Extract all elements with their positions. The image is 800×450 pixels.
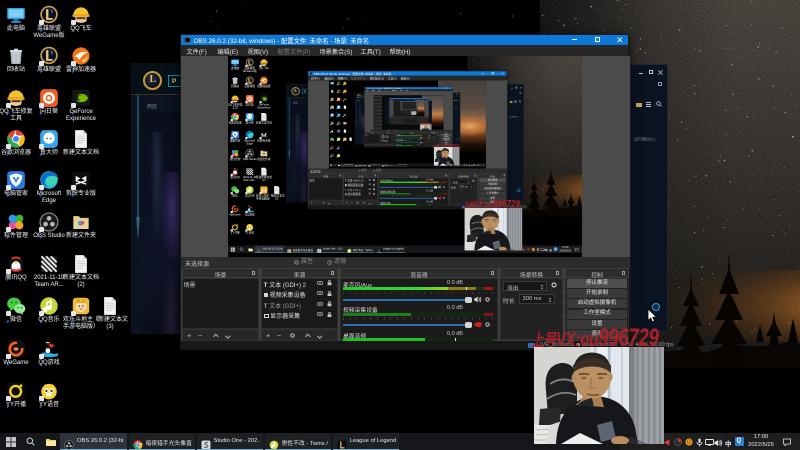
svg-text:G: G (687, 440, 692, 446)
svg-text:G: G (532, 248, 534, 252)
svg-text:G: G (463, 165, 464, 166)
